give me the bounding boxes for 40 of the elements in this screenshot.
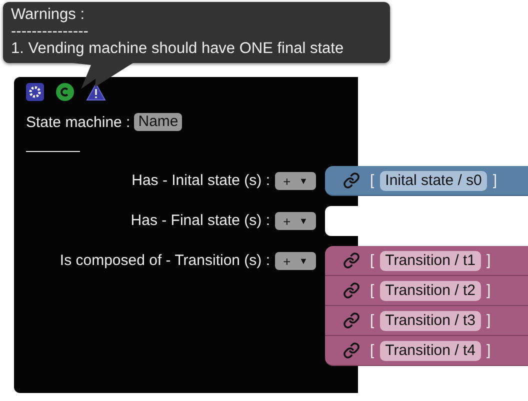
input-label: Is composed of - Transition (s) : [58,252,270,271]
reference-field[interactable]: Inital state / s0 [380,170,487,190]
gear-icon[interactable] [26,83,44,101]
add-dropdown[interactable]: + ▼ [275,172,316,190]
close-bracket: ] [486,312,491,329]
link-icon[interactable] [343,282,360,299]
close-bracket: ] [492,172,498,189]
reference-field[interactable]: Transition / t1 [380,250,480,270]
input-label: Has - Final state (s) : [130,212,270,229]
reference-field[interactable]: Transition / t3 [380,310,480,330]
open-bracket: [ [370,282,374,299]
link-icon[interactable] [343,312,360,329]
state-block[interactable]: [ Inital state / s0 ] [325,166,528,196]
transition-block[interactable]: [ Transition / t1 ] [325,246,528,276]
open-bracket: [ [370,312,374,329]
open-bracket: [ [370,252,374,269]
open-bracket: [ [370,172,374,189]
add-dropdown[interactable]: + ▼ [275,252,316,270]
transition-block[interactable]: [ Transition / t4 ] [325,336,528,366]
name-field[interactable]: Name [134,113,182,131]
block-title: State machine : [26,114,130,130]
c-circle-icon[interactable] [56,83,74,101]
reference-field[interactable]: Transition / t2 [380,280,480,300]
warning-icon[interactable] [86,83,106,101]
transition-block[interactable]: [ Transition / t2 ] [325,276,528,306]
close-bracket: ] [486,282,491,299]
link-icon[interactable] [343,172,360,189]
close-bracket: ] [486,252,491,269]
add-dropdown[interactable]: + ▼ [275,212,316,230]
link-icon[interactable] [343,252,360,269]
transition-block[interactable]: [ Transition / t3 ] [325,306,528,336]
reference-field[interactable]: Transition / t4 [380,340,480,360]
empty-input-slot[interactable] [325,206,358,236]
warning-message: 1. Vending machine should have ONE final state [11,40,345,57]
input-label: Has - Inital state (s) : [130,172,270,189]
tooltip-title: Warnings : [11,6,86,23]
tooltip-divider: --------------- [11,23,90,40]
open-bracket: [ [370,342,374,359]
link-icon[interactable] [343,342,360,359]
close-bracket: ] [486,342,491,359]
